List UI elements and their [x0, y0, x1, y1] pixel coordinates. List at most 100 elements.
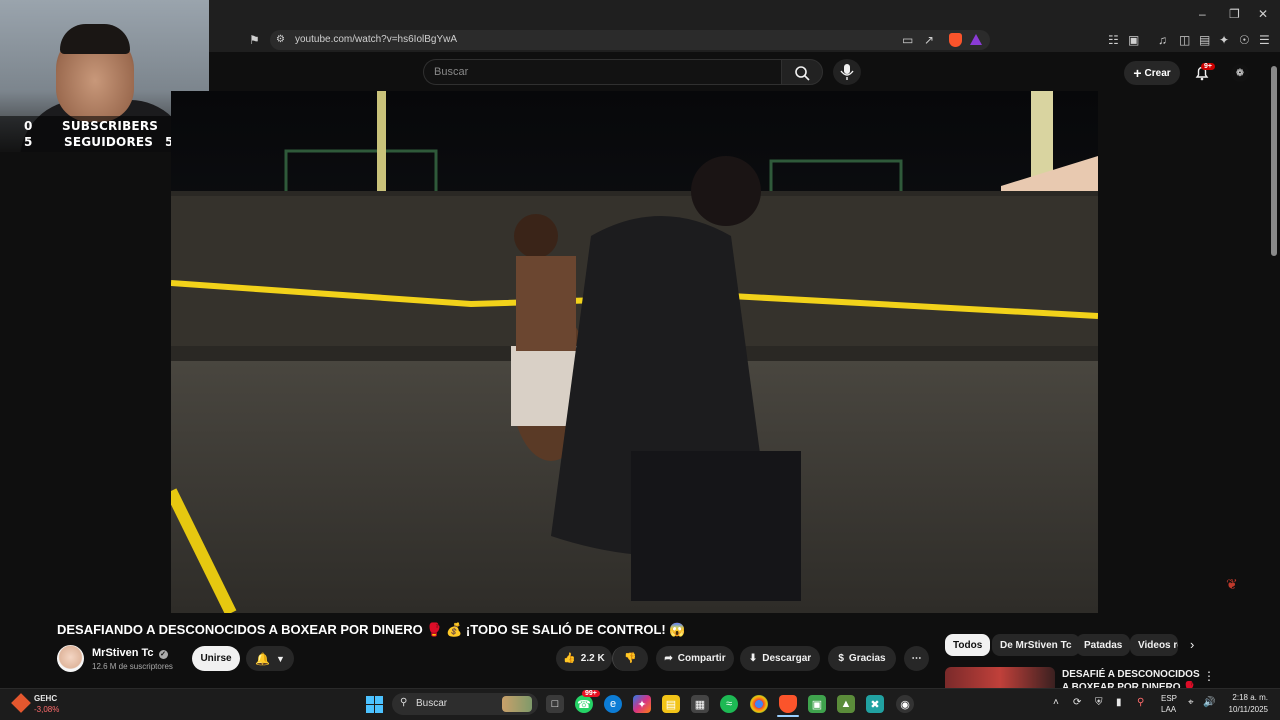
whatsapp-badge: 99+ [582, 690, 600, 697]
share-label: Compartir [677, 653, 726, 664]
share-button[interactable]: ➦ Compartir [656, 646, 734, 671]
voice-search-button[interactable] [833, 59, 861, 85]
obs-icon[interactable]: ◉ [896, 695, 914, 713]
create-button[interactable]: + Crear [1124, 61, 1180, 85]
like-button[interactable]: 👍 2.2 K [556, 646, 612, 671]
subscription-bell-button[interactable]: 🔔 ▼ [246, 646, 294, 671]
start-button[interactable] [366, 696, 383, 718]
chip-kicks[interactable]: Patadas [1076, 634, 1131, 656]
recommendation-title[interactable]: DESAFIÉ A DESCONOCIDOS A BOXEAR POR DINE… [1062, 668, 1202, 688]
media-icon[interactable]: ♫ [1158, 33, 1167, 47]
recommendation-menu-icon[interactable]: ⋮ [1203, 669, 1215, 683]
video-player[interactable] [171, 91, 1098, 613]
close-icon[interactable]: ✕ [1258, 7, 1268, 21]
stock-ticker: GEHC [34, 694, 58, 703]
volume-icon[interactable]: 🔊 [1203, 697, 1215, 708]
file-explorer-icon[interactable]: ▤ [662, 695, 680, 713]
task-view-icon[interactable]: □ [546, 695, 564, 713]
chevron-down-icon: ▼ [276, 653, 285, 664]
share-page-icon[interactable]: ↗ [924, 33, 934, 47]
stock-change: -3,08% [34, 705, 60, 714]
share-icon: ➦ [664, 653, 673, 664]
bookmark-icon[interactable]: ⚑ [249, 33, 260, 47]
chrome-icon[interactable] [750, 695, 768, 713]
thanks-label: Gracias [848, 653, 886, 664]
spotify-icon[interactable]: ≈ [720, 695, 738, 713]
like-count: 2.2 K [580, 653, 605, 664]
whatsapp-icon[interactable]: ☎ [575, 695, 593, 713]
capcut-icon[interactable]: ✖ [866, 695, 884, 713]
search-icon [795, 66, 810, 81]
language-line2: LAA [1161, 705, 1177, 714]
wallet-icon[interactable]: ▤ [1199, 33, 1210, 47]
menu-icon[interactable]: ☰ [1259, 33, 1270, 47]
chevron-right-icon[interactable]: › [1190, 637, 1194, 652]
channel-name: MrStiven Tc [92, 647, 154, 659]
thanks-button[interactable]: $ Gracias [828, 646, 896, 671]
channel-watermark-icon[interactable]: ❦ [1226, 576, 1238, 593]
extensions-icon[interactable]: ☷ [1108, 33, 1119, 47]
cast-icon[interactable]: ▭ [902, 33, 913, 47]
minimize-icon[interactable]: – [1199, 7, 1206, 21]
streamer-hair [60, 24, 130, 54]
download-button[interactable]: ⬇ Descargar [740, 646, 820, 671]
subscribers-label: SUBSCRIBERS [62, 119, 159, 133]
chip-all[interactable]: Todos [945, 634, 991, 656]
page-scrollbar[interactable] [1271, 66, 1277, 256]
taskbar-search[interactable]: ⚲ Buscar [392, 693, 538, 715]
minecraft-icon[interactable]: ▲ [837, 695, 855, 713]
download-label: Descargar [762, 653, 812, 664]
sidebar-icon[interactable]: ◫ [1179, 33, 1190, 47]
channel-avatar[interactable] [57, 645, 84, 672]
download-icon: ⬇ [748, 653, 758, 664]
tray-expand-icon[interactable]: ˄ [1053, 697, 1059, 708]
more-actions-button[interactable]: ⋯ [904, 646, 929, 671]
restore-icon[interactable]: ❐ [1229, 7, 1240, 21]
search-placeholder: Buscar [434, 66, 469, 78]
language-line1[interactable]: ESP [1161, 694, 1177, 703]
screenshot-icon[interactable]: ▣ [1128, 33, 1139, 47]
more-icon: ⋯ [911, 653, 922, 664]
vpn-icon[interactable]: ☉ [1239, 33, 1250, 47]
leo-ai-icon[interactable]: ✦ [1219, 33, 1229, 47]
join-button[interactable]: Unirse [192, 646, 240, 671]
edge-icon[interactable]: e [604, 695, 622, 713]
copilot-icon[interactable]: ✦ [633, 695, 651, 713]
account-avatar[interactable]: ❁ [1231, 64, 1249, 82]
plus-icon: + [1133, 65, 1142, 81]
taskbar-search-placeholder: Buscar [416, 698, 448, 709]
brave-rewards-icon[interactable] [970, 34, 982, 45]
mic-muted-icon[interactable]: ⚲ [1137, 697, 1144, 708]
followers-count-left: 5 [24, 135, 33, 149]
create-label: Crear [1144, 67, 1171, 79]
search-icon: ⚲ [400, 697, 408, 708]
search-highlight-icon [502, 696, 532, 712]
chip-videos[interactable]: Videos re [1130, 634, 1178, 656]
verified-icon: ✓ [158, 650, 168, 659]
search-button[interactable] [781, 59, 823, 85]
channel-name-link[interactable]: MrStiven Tc ✓ [92, 647, 168, 659]
thumbs-down-icon: 👎 [624, 653, 637, 664]
search-input[interactable]: Buscar [423, 59, 781, 85]
site-settings-icon[interactable]: ⚙ [276, 33, 285, 47]
money-app-icon[interactable]: ▣ [808, 695, 826, 713]
brave-icon[interactable] [779, 695, 797, 713]
defender-icon[interactable]: ⛨ [1095, 697, 1103, 708]
subscriber-count: 12.6 M de suscriptores [92, 662, 173, 671]
sync-icon[interactable]: ⟳ [1073, 697, 1081, 708]
chip-channel[interactable]: De MrStiven Tc [992, 634, 1080, 656]
thumbs-up-icon: 👍 [563, 653, 576, 664]
usb-icon[interactable]: ▮ [1116, 697, 1122, 708]
brave-shields-icon[interactable] [949, 33, 962, 47]
url-text: youtube.com/watch?v=hs6IolBgYwA [295, 34, 458, 45]
dislike-button[interactable]: 👎 [612, 646, 648, 671]
clock-time[interactable]: 2:18 a. m. [1222, 693, 1268, 702]
clock-date: 10/11/2025 [1228, 705, 1268, 714]
microphone-icon [840, 64, 854, 80]
store-icon[interactable]: ▦ [691, 695, 709, 713]
wifi-icon[interactable]: ⌖ [1188, 697, 1194, 708]
followers-label: SEGUIDORES [64, 135, 154, 149]
windows-icon [366, 696, 383, 713]
subscribers-count-left: 0 [24, 119, 33, 133]
bell-icon: 🔔 [255, 651, 271, 666]
